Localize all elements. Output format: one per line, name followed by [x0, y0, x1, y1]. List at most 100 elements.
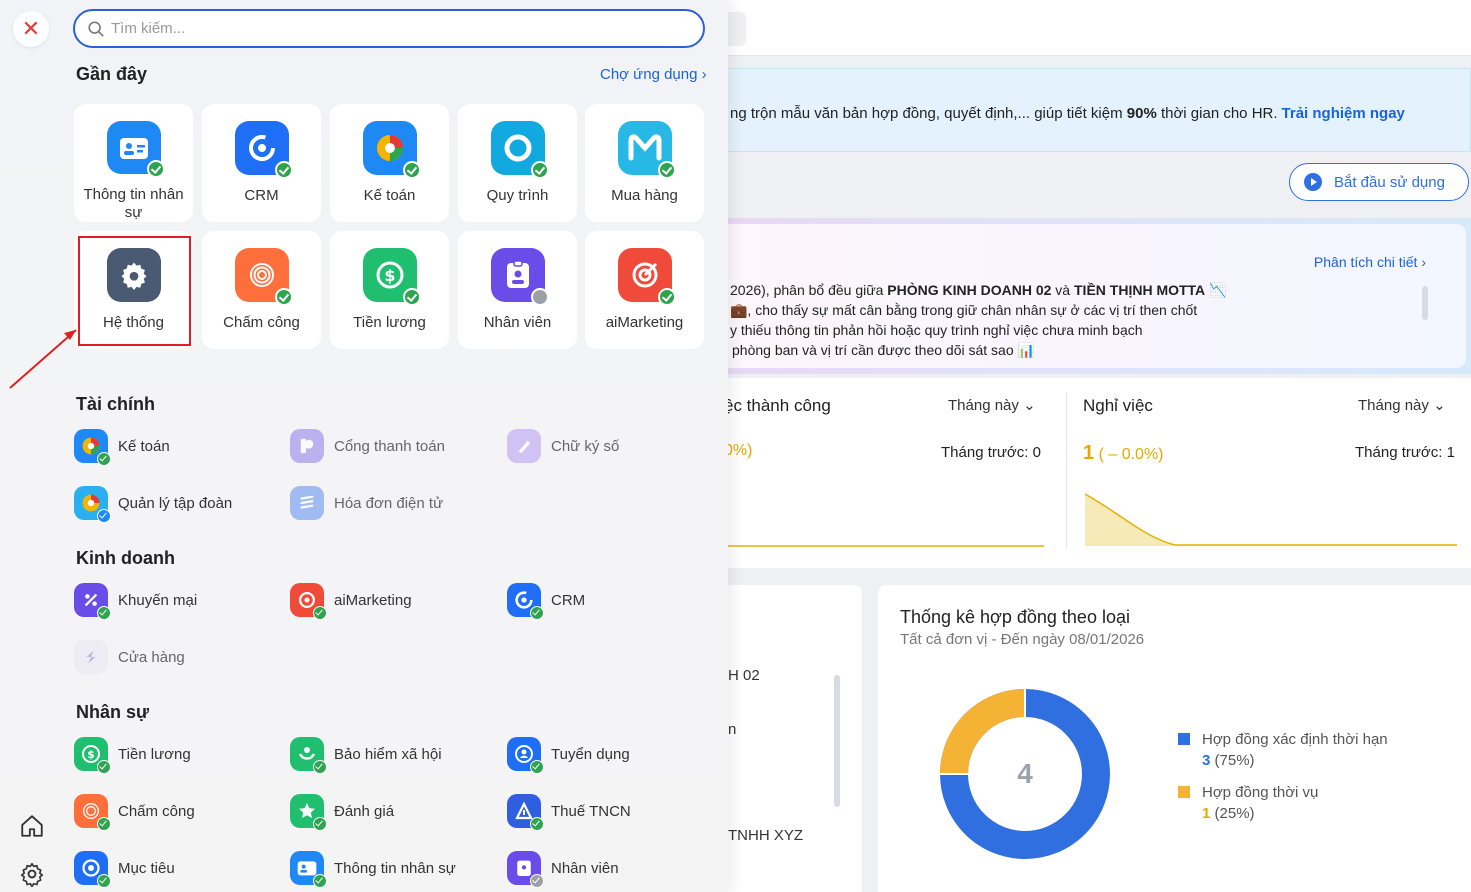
e-invoice-icon — [290, 486, 324, 520]
legend-seasonal-count: 1 — [1202, 805, 1211, 822]
installed-check-icon — [313, 760, 327, 774]
search-icon — [88, 20, 104, 37]
app-accounting[interactable]: Kế toán — [74, 428, 170, 466]
contract-title: Thống kê hợp đồng theo loại — [900, 607, 1130, 627]
app-digital-signature[interactable]: Chữ ký số — [507, 428, 619, 464]
contract-subtitle: Tất cả đơn vị - Đến ngày 08/01/2026 — [900, 631, 1145, 648]
stat1-period-label: Tháng này — [948, 397, 1019, 414]
stat2-area-chart — [1085, 493, 1457, 546]
business-section-title: Kinh doanh — [76, 548, 175, 568]
installed-check-icon — [657, 288, 676, 306]
app-social-insurance[interactable]: Bảo hiểm xã hội — [290, 736, 442, 774]
social-insurance-icon — [290, 737, 327, 774]
social-insurance-glyph — [298, 747, 316, 760]
detail-analysis-link[interactable]: Phân tích chi tiết › — [1314, 254, 1426, 270]
employee-small-glyph — [517, 860, 531, 876]
home-button[interactable] — [16, 810, 48, 842]
legend-fixed-term-pct: (75%) — [1214, 752, 1255, 769]
search-bar[interactable] — [73, 9, 705, 48]
installed-check-icon — [97, 452, 111, 466]
app-recruitment[interactable]: Tuyển dụng — [507, 736, 630, 774]
recent-app-aimarketing-label: aiMarketing — [605, 314, 684, 331]
installed-check-icon — [530, 760, 544, 774]
search-input[interactable] — [111, 20, 671, 37]
ai-scrollbar[interactable] — [1422, 286, 1428, 320]
payment-gateway-icon — [290, 429, 324, 463]
chevron-down-icon: ⌄ — [1433, 397, 1446, 414]
app-group-management[interactable]: Quản lý tập đoàn — [74, 485, 232, 523]
recent-app-process[interactable]: Quy trình — [458, 104, 577, 222]
recent-app-accounting[interactable]: Kế toán — [330, 104, 449, 222]
app-e-invoice[interactable]: Hóa đơn điện tử — [290, 485, 443, 521]
stat2-period-select[interactable]: Tháng này ⌄ — [1358, 396, 1446, 414]
unit-list-card: H 02 n TNHH XYZ — [728, 585, 862, 892]
app-store[interactable]: Cửa hàng — [74, 639, 185, 675]
recent-app-process-label: Quy trình — [486, 187, 549, 204]
app-aimarketing-label: aiMarketing — [334, 591, 412, 609]
accounting-icon — [74, 429, 111, 466]
fingerprint-icon — [74, 794, 111, 831]
play-icon — [1304, 173, 1322, 191]
recent-app-purchasing[interactable]: Mua hàng — [585, 104, 704, 222]
recent-section-title: Gần đây — [76, 64, 148, 84]
recent-app-employee[interactable]: Nhân viên — [458, 231, 577, 349]
process-icon — [490, 121, 549, 179]
settings-button[interactable] — [16, 858, 48, 890]
app-crm[interactable]: CRM — [507, 582, 585, 620]
start-using-button[interactable]: Bắt đầu sử dụng — [1289, 163, 1469, 201]
legend-item-fixed-term[interactable]: Hợp đồng xác định thời hạn 3 (75%) — [1178, 731, 1388, 769]
app-goals[interactable]: Mục tiêu — [74, 850, 175, 888]
app-employee[interactable]: Nhân viên — [507, 850, 619, 888]
star-icon — [290, 794, 327, 831]
e-invoice-glyph — [300, 495, 314, 509]
app-pit[interactable]: Thuế TNCN — [507, 793, 631, 831]
legend-item-seasonal[interactable]: Hợp đồng thời vụ 1 (25%) — [1178, 784, 1318, 822]
stat1-period-select[interactable]: Tháng này ⌄ — [948, 396, 1036, 414]
chevron-right-icon: › — [1421, 254, 1426, 270]
banner-cta-link[interactable]: Trải nghiệm ngay — [1282, 105, 1405, 122]
installed-check-icon — [97, 760, 111, 774]
installed-check-icon — [530, 161, 549, 179]
unit-list-scrollbar[interactable] — [834, 675, 840, 807]
app-payroll[interactable]: $ Tiền lương — [74, 736, 191, 774]
app-e-invoice-label: Hóa đơn điện tử — [334, 494, 444, 512]
chart-icon: 📉 — [1209, 282, 1227, 298]
legend-seasonal-value: 1 (25%) — [1202, 805, 1318, 822]
recruitment-glyph — [515, 745, 533, 763]
legend-fixed-term-row: Hợp đồng xác định thời hạn — [1178, 731, 1388, 748]
recent-app-crm[interactable]: CRM — [202, 104, 321, 222]
ai-line-1: 2026), phân bổ đều giữa PHÒNG KINH DOANH… — [730, 280, 1227, 300]
unit-line-1: H 02 — [728, 667, 760, 684]
recent-app-aimarketing[interactable]: aiMarketing — [585, 231, 704, 349]
aimarketing-icon — [290, 583, 327, 620]
legend-swatch-yellow — [1178, 786, 1190, 798]
close-button[interactable]: ✕ — [13, 11, 49, 47]
app-goals-label: Mục tiêu — [118, 859, 175, 877]
legend-fixed-term-count: 3 — [1202, 752, 1211, 769]
accounting-glyph — [376, 135, 403, 161]
app-evaluation[interactable]: Đánh giá — [290, 793, 394, 831]
recent-app-timekeeping[interactable]: Chấm công — [202, 231, 321, 349]
app-market-link[interactable]: Chợ ứng dụng › — [600, 66, 707, 83]
installed-check-icon — [274, 161, 293, 179]
payroll-icon: $ — [74, 737, 111, 774]
aimarketing-glyph — [632, 262, 657, 288]
ai-line-1a: 2026), phân bổ đều giữa — [730, 282, 888, 298]
app-market-label: Chợ ứng dụng — [600, 66, 698, 83]
stats-panel: ệc thành công Tháng này ⌄ 0%) Tháng trướ… — [724, 378, 1471, 568]
app-timekeeping-label: Chấm công — [118, 802, 195, 820]
detail-analysis-label: Phân tích chi tiết — [1313, 254, 1418, 270]
app-recruitment-label: Tuyển dụng — [551, 745, 630, 763]
app-promotion[interactable]: Khuyến mại — [74, 582, 197, 620]
contract-total: 4 — [1017, 758, 1033, 789]
app-hr-info[interactable]: Thông tin nhân sự — [290, 850, 456, 888]
recent-app-payroll[interactable]: $ Tiền lương — [330, 231, 449, 349]
recent-app-payroll-label: Tiền lương — [353, 314, 426, 331]
recent-app-hr-info[interactable]: Thông tin nhân sự — [74, 104, 193, 222]
app-aimarketing[interactable]: aiMarketing — [290, 582, 412, 620]
app-payment-gateway[interactable]: Cổng thanh toán — [290, 428, 445, 464]
legend-seasonal-row: Hợp đồng thời vụ — [1178, 784, 1318, 801]
app-timekeeping[interactable]: Chấm công — [74, 793, 195, 831]
recent-app-purchasing-label: Mua hàng — [611, 187, 678, 204]
recent-app-hr-info-label: Thông tin nhân sự — [83, 186, 184, 221]
